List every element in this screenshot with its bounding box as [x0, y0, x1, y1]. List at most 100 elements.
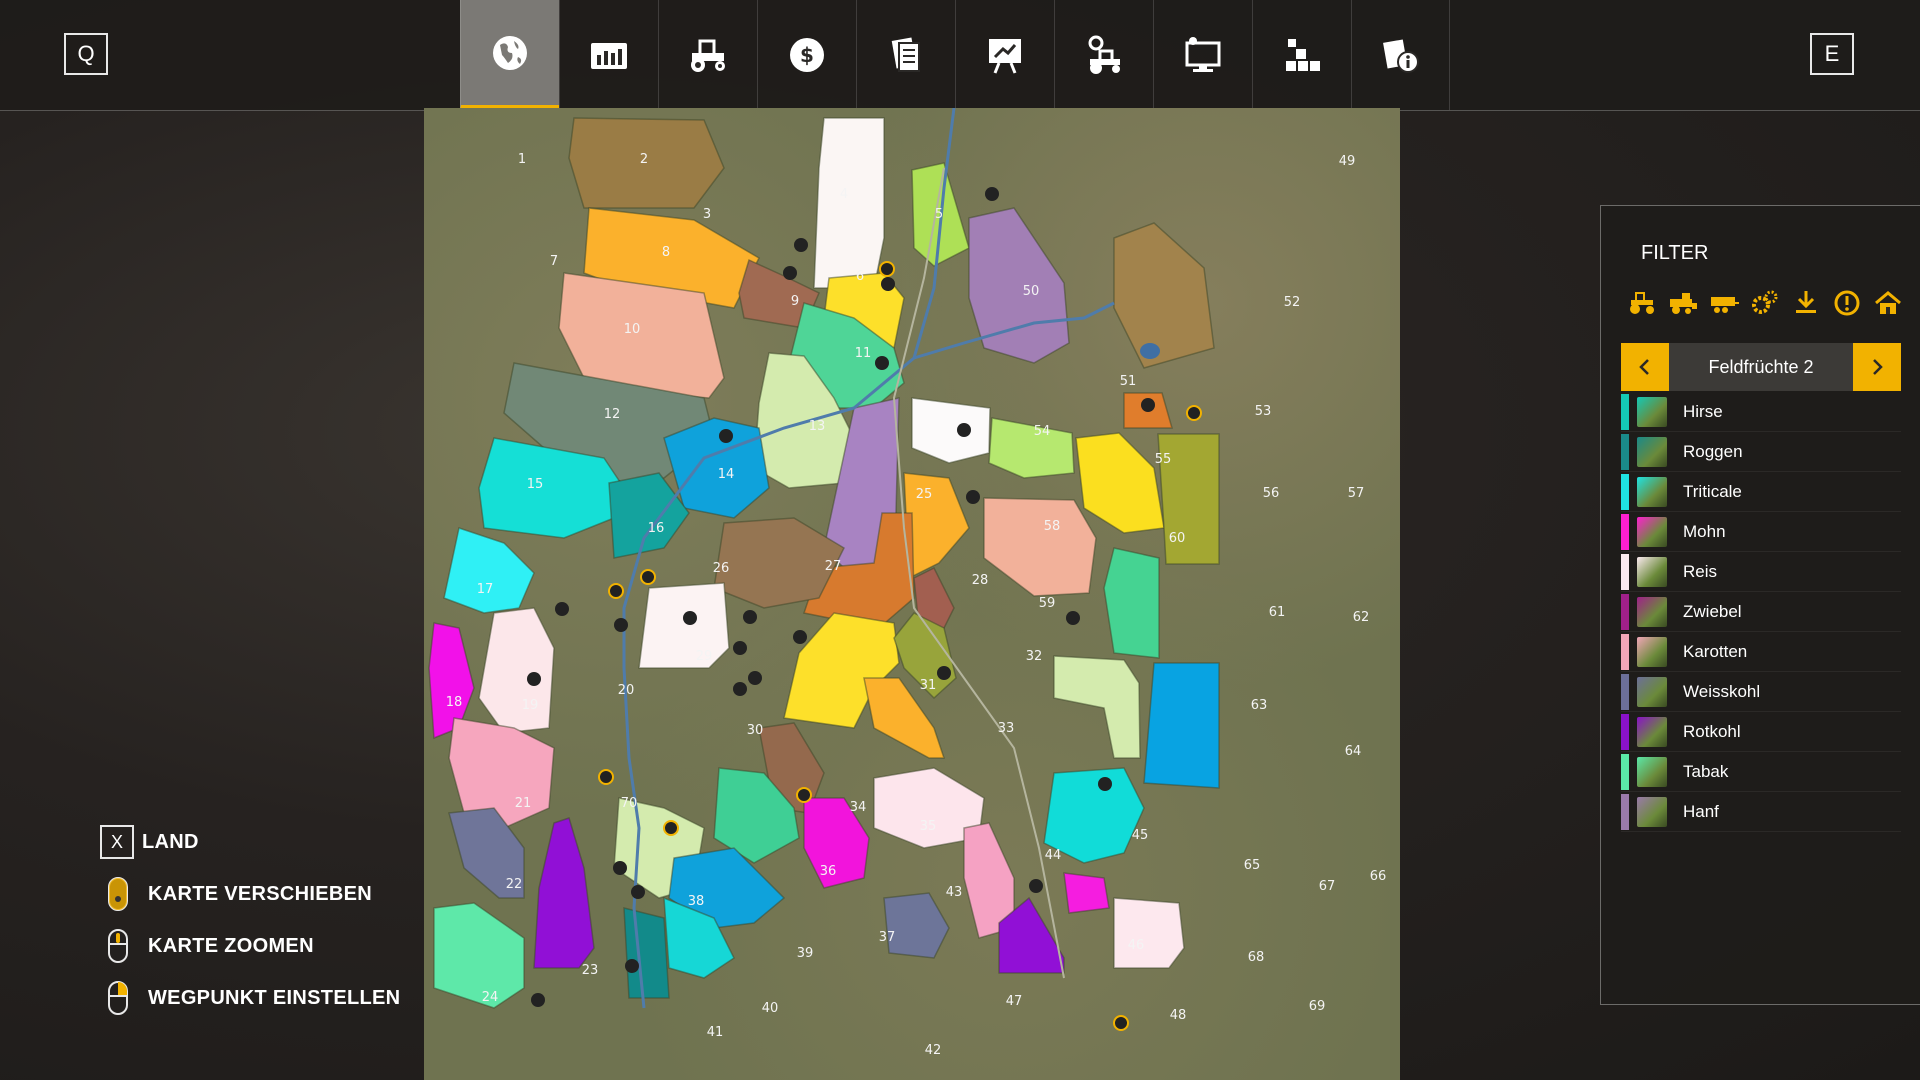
field-label[interactable]: 49 [1339, 154, 1356, 169]
field-label[interactable]: 44 [1045, 848, 1062, 863]
field-label[interactable]: 30 [747, 723, 764, 738]
field-label[interactable]: 59 [1039, 596, 1056, 611]
field-label[interactable]: 54 [1034, 424, 1051, 439]
crop-item-mohn[interactable]: Mohn [1621, 512, 1901, 552]
field-label[interactable]: 28 [972, 573, 989, 588]
field-label[interactable]: 64 [1345, 744, 1362, 759]
field-63[interactable] [1053, 655, 1141, 759]
field-label[interactable]: 40 [762, 1001, 779, 1016]
field-label[interactable]: 41 [707, 1025, 724, 1040]
crop-item-weisskohl[interactable]: Weisskohl [1621, 672, 1901, 712]
field-56[interactable] [1075, 432, 1165, 534]
sell-point-marker[interactable] [1066, 611, 1080, 625]
field-mission-marker[interactable] [1186, 405, 1202, 421]
field-label[interactable]: 56 [1263, 486, 1280, 501]
tab-price-trends[interactable] [955, 0, 1054, 110]
field-4[interactable] [813, 117, 885, 289]
tab-workshop[interactable] [1054, 0, 1153, 110]
field-mission-marker[interactable] [796, 787, 812, 803]
sell-point-marker[interactable] [793, 630, 807, 644]
field-label[interactable]: 6 [856, 269, 864, 284]
field-label[interactable]: 25 [916, 487, 933, 502]
prev-page-key[interactable]: Q [64, 33, 108, 75]
field-label[interactable]: 14 [718, 467, 735, 482]
field-label[interactable]: 35 [920, 819, 937, 834]
sell-point-marker[interactable] [683, 611, 697, 625]
field-54[interactable] [911, 397, 991, 464]
field-label[interactable]: 70 [621, 796, 638, 811]
map-canvas[interactable]: 1 23456789101112131415161718 1920212223242… [424, 108, 1400, 1080]
field-label[interactable]: 15 [527, 477, 544, 492]
field-label[interactable]: 62 [1353, 610, 1370, 625]
field-label[interactable]: 46 [1128, 938, 1145, 953]
sell-point-marker[interactable] [733, 641, 747, 655]
sell-point-marker[interactable] [555, 602, 569, 616]
farm-map[interactable]: 1 2 3 4 5 6 7 8 9 10 11 12 13 14 15 16 17 18 19 20 21 22 23 24 2… [424, 108, 1400, 1080]
field-label[interactable]: 43 [946, 885, 963, 900]
field-mission-marker[interactable] [879, 261, 895, 277]
field-61[interactable] [1103, 547, 1160, 659]
land-key[interactable]: X [100, 825, 134, 859]
crop-item-tabak[interactable]: Tabak [1621, 752, 1901, 792]
field-label[interactable]: 7 [550, 254, 558, 269]
field-label[interactable]: 12 [604, 407, 621, 422]
tab-productions[interactable] [1252, 0, 1351, 110]
sell-point-marker[interactable] [957, 423, 971, 437]
field-label[interactable]: 65 [1244, 858, 1261, 873]
field-label[interactable]: 34 [850, 800, 867, 815]
field-label[interactable]: 16 [648, 521, 665, 536]
field-68[interactable] [1063, 872, 1110, 914]
field-label[interactable]: 24 [482, 990, 499, 1005]
field-label[interactable]: 55 [1155, 452, 1172, 467]
sell-point-marker[interactable] [613, 861, 627, 875]
production-gears-icon[interactable] [1750, 288, 1780, 318]
field-label[interactable]: 38 [688, 894, 705, 909]
tab-game-settings[interactable] [1153, 0, 1252, 110]
crop-item-reis[interactable]: Reis [1621, 552, 1901, 592]
tractor-icon[interactable] [1627, 288, 1657, 318]
field-label[interactable]: 66 [1370, 869, 1387, 884]
field-label[interactable]: 17 [477, 582, 494, 597]
field-label[interactable]: 5 [935, 207, 943, 222]
field-mission-marker[interactable] [663, 820, 679, 836]
sell-point-marker[interactable] [881, 277, 895, 291]
field-label[interactable]: 19 [522, 698, 539, 713]
next-category-button[interactable] [1853, 343, 1901, 391]
tab-statistics[interactable] [559, 0, 658, 110]
field-label[interactable]: 52 [1284, 295, 1301, 310]
field-52[interactable] [1113, 222, 1215, 369]
sell-point-marker[interactable] [937, 666, 951, 680]
field-label[interactable]: 32 [1026, 649, 1043, 664]
field-50[interactable] [968, 207, 1070, 364]
crop-item-roggen[interactable]: Roggen [1621, 432, 1901, 472]
field-label[interactable]: 47 [1006, 994, 1023, 1009]
field-label[interactable]: 8 [662, 245, 670, 260]
field-label[interactable]: 60 [1169, 531, 1186, 546]
warning-icon[interactable] [1832, 288, 1862, 318]
field-mission-marker[interactable] [608, 583, 624, 599]
field-mission-marker[interactable] [640, 569, 656, 585]
sell-point-marker[interactable] [985, 187, 999, 201]
field-69[interactable] [1113, 897, 1185, 969]
sell-point-marker[interactable] [748, 671, 762, 685]
field-label[interactable]: 37 [879, 930, 896, 945]
crop-item-hanf[interactable]: Hanf [1621, 792, 1901, 832]
field-label[interactable]: 18 [446, 695, 463, 710]
crop-item-zwiebel[interactable]: Zwiebel [1621, 592, 1901, 632]
field-label[interactable]: 2 [640, 152, 648, 167]
field-label[interactable]: 4 [840, 187, 848, 202]
prev-category-button[interactable] [1621, 343, 1669, 391]
field-label[interactable]: 53 [1255, 404, 1272, 419]
field-label[interactable]: 63 [1251, 698, 1268, 713]
sell-point-marker[interactable] [875, 356, 889, 370]
sell-point-marker[interactable] [743, 610, 757, 624]
field-60[interactable] [983, 497, 1097, 597]
sell-point-marker[interactable] [1029, 879, 1043, 893]
sell-point-marker[interactable] [625, 959, 639, 973]
crop-item-karotten[interactable]: Karotten [1621, 632, 1901, 672]
sell-point-marker[interactable] [794, 238, 808, 252]
field-label[interactable]: 45 [1132, 828, 1149, 843]
field-47[interactable] [883, 892, 950, 959]
field-label[interactable]: 23 [582, 963, 599, 978]
field-17[interactable] [443, 527, 535, 614]
